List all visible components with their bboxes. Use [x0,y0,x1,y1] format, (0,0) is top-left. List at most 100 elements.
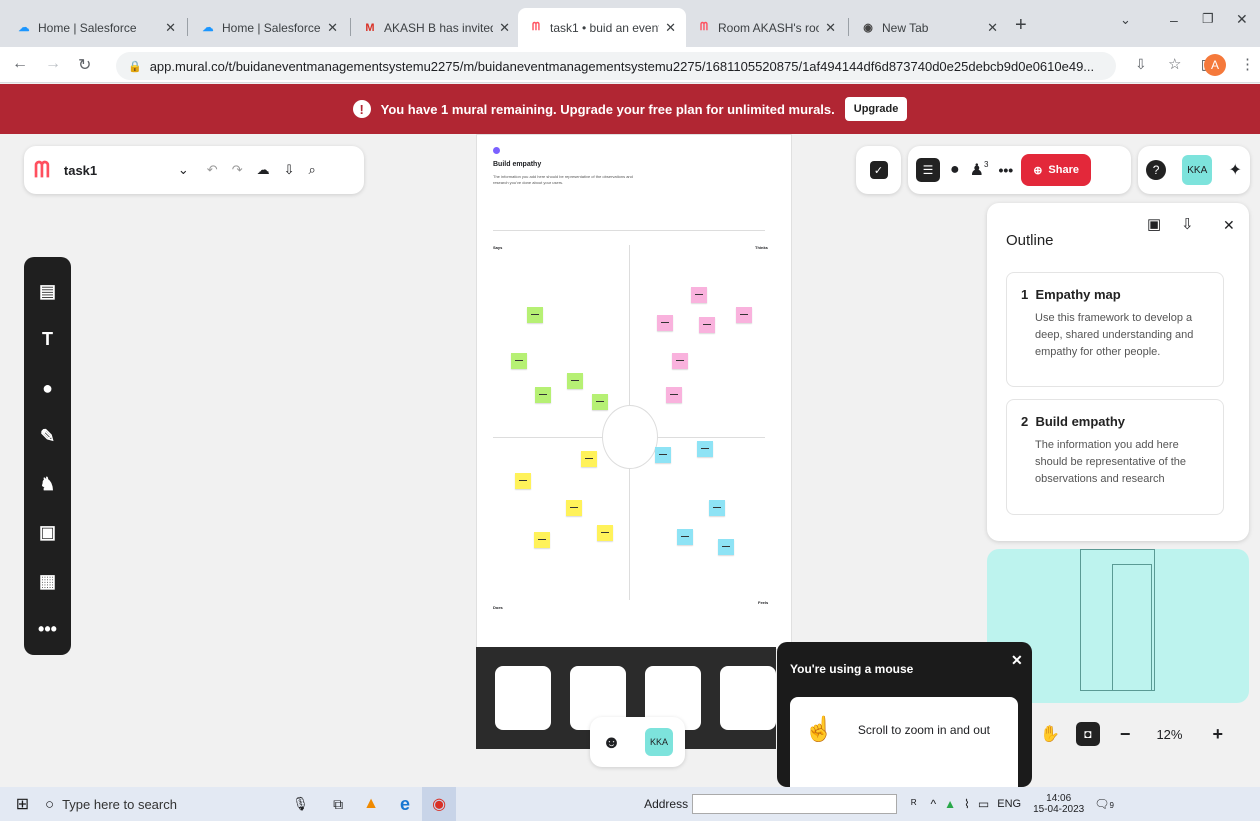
sticky-note[interactable] [581,451,597,467]
sticky-note[interactable] [697,441,713,457]
pen-icon[interactable]: ✎ [33,422,63,451]
profile-avatar[interactable]: A [1204,54,1226,76]
outline-icon[interactable]: ☰ [916,158,940,182]
new-tab-icon[interactable]: + [1015,14,1027,37]
close-tab-icon[interactable]: ✕ [499,20,510,36]
microphone-icon[interactable]: 🎙 [292,796,322,812]
tab-salesforce-2[interactable]: ☁ Home | Salesforce ✕ [190,8,348,47]
taskbar-address-input[interactable] [692,794,898,814]
notification-icon[interactable]: 🗨9 [1094,797,1114,811]
drive-icon[interactable]: ▲ [944,797,956,811]
url-bar[interactable]: 🔒 app.mural.co/t/buidaneventmanagementsy… [116,52,1116,80]
share-button[interactable]: ⊕ Share [1021,154,1091,186]
restore-icon[interactable]: ❐ [1202,11,1214,27]
mouse-mode-icon[interactable]: ◘ [1075,722,1100,746]
emoji-reaction-icon[interactable]: ☻ [602,732,621,753]
sticky-note[interactable] [718,539,734,555]
user-avatar[interactable]: KKA [1182,155,1213,185]
image-icon[interactable]: ▣ [33,518,63,547]
sticky-note[interactable] [736,307,752,323]
sticky-note[interactable] [677,529,693,545]
more-options-icon[interactable]: ••• [998,162,1013,178]
windows-start-icon[interactable]: ⊞ [0,794,45,814]
more-tools-icon[interactable]: ••• [33,615,63,644]
close-tab-icon[interactable]: ✕ [825,20,836,36]
close-tab-icon[interactable]: ✕ [165,20,176,36]
tray-expand-icon[interactable]: ^ [931,797,937,811]
sparkle-icon[interactable]: ✦ [1228,160,1241,180]
mural-board[interactable]: Build empathy The information you add he… [476,134,792,650]
sticky-note-icon[interactable]: ▤ [33,277,63,306]
step-thumbnail[interactable] [495,666,551,730]
zoom-in-button[interactable]: + [1212,724,1223,745]
tasks-button[interactable]: ✓ [856,146,901,194]
hand-icon[interactable]: ✋ [1040,724,1060,744]
close-tab-icon[interactable]: ✕ [327,20,338,36]
help-icon[interactable]: ? [1146,160,1167,180]
chat-icon[interactable]: ● [950,161,960,179]
avatar[interactable]: KKA [644,728,673,756]
mural-name[interactable]: task1 [64,163,164,178]
download-icon[interactable]: ⇩ [1181,215,1194,233]
bookmark-star-icon[interactable]: ☆ [1168,55,1181,73]
sticky-note[interactable] [535,387,551,403]
back-icon[interactable]: ← [12,55,28,73]
vlc-icon[interactable]: ▲ [354,795,388,813]
close-icon[interactable]: ✕ [1223,217,1235,234]
forward-icon[interactable]: → [45,55,61,73]
sticky-note[interactable] [527,307,543,323]
reload-icon[interactable]: ↻ [78,55,91,75]
sticky-note[interactable] [657,315,673,331]
sticky-note[interactable] [567,373,583,389]
text-icon[interactable]: T [33,325,63,354]
tab-salesforce-1[interactable]: ☁ Home | Salesforce ✕ [6,8,186,47]
battery-icon[interactable]: ▭ [978,797,989,811]
redo-icon[interactable]: ↷ [232,162,243,178]
collaborators-icon[interactable]: ♟ [970,160,984,180]
close-window-icon[interactable]: ✕ [1236,11,1248,28]
tab-search-icon[interactable]: ⌄ [1120,12,1131,28]
chevron-down-icon[interactable]: ⌄ [178,162,189,178]
zoom-out-button[interactable]: − [1120,724,1131,745]
tab-new-tab[interactable]: ◉ New Tab ✕ [850,8,1008,47]
sticky-note[interactable] [515,473,531,489]
templates-icon[interactable]: ▦ [33,567,63,596]
sticky-note[interactable] [592,394,608,410]
task-view-icon[interactable]: ⧉ [322,796,354,813]
sticky-note[interactable] [666,387,682,403]
wifi-icon[interactable]: ⌇ [964,797,970,811]
edge-icon[interactable]: e [388,794,422,815]
language-indicator[interactable]: ENG [997,798,1021,810]
step-thumbnail[interactable] [720,666,776,730]
sticky-note[interactable] [655,447,671,463]
sticky-note[interactable] [511,353,527,369]
outline-item[interactable]: 1 Empathy map Use this framework to deve… [1006,272,1224,387]
sticky-note[interactable] [534,532,550,548]
sticky-note[interactable] [597,525,613,541]
outline-item[interactable]: 2 Build empathy The information you add … [1006,399,1224,515]
close-tab-icon[interactable]: ✕ [665,20,676,36]
close-tab-icon[interactable]: ✕ [987,20,998,36]
sticky-note[interactable] [709,500,725,516]
sticky-note[interactable] [691,287,707,303]
clock[interactable]: 14:06 15-04-2023 [1033,793,1084,815]
export-icon[interactable]: ⇩ [284,162,295,178]
mural-logo-icon[interactable]: ᗰ [34,157,50,183]
people-icon[interactable]: ᴿ [911,797,916,811]
menu-icon[interactable]: ⋮ [1240,55,1255,73]
sticky-note[interactable] [672,353,688,369]
sticky-note[interactable] [699,317,715,333]
install-icon[interactable]: ⇩ [1135,56,1147,73]
upgrade-button[interactable]: Upgrade [844,97,908,121]
zoom-level[interactable]: 12% [1156,727,1182,742]
tab-gmail[interactable]: M AKASH B has invited y ✕ [352,8,520,47]
search-icon[interactable]: ⌕ [309,162,316,178]
close-tip-icon[interactable]: ✕ [1011,652,1023,669]
shapes-icon[interactable]: ● [33,374,63,403]
chrome-icon[interactable]: ◉ [422,787,457,821]
tab-mural-room[interactable]: ᗰ Room AKASH's room ✕ [686,8,846,47]
minimize-icon[interactable]: – [1170,12,1178,28]
minimap-viewport[interactable] [1112,564,1152,691]
present-icon[interactable]: ▣ [1147,215,1161,233]
persona-circle[interactable] [602,405,658,469]
